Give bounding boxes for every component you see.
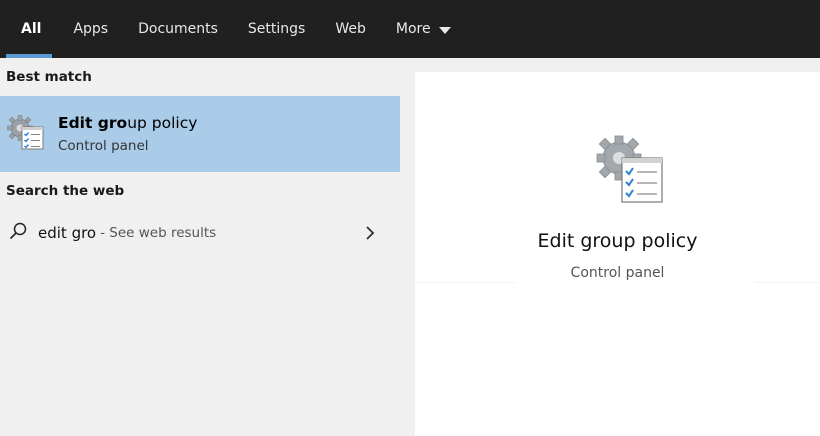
tab-more-label: More <box>395 21 431 37</box>
tab-all-label: All <box>21 21 42 37</box>
search-icon <box>8 221 28 245</box>
best-match-header: Best match <box>6 69 92 85</box>
best-match-subtitle: Control panel <box>58 138 149 154</box>
web-query-text: edit gro <box>38 224 97 242</box>
divider <box>415 282 515 283</box>
web-results-suffix: - See web results <box>100 225 217 241</box>
tab-apps[interactable]: Apps <box>58 0 123 58</box>
results-list: Best match Edit group policy Control pan… <box>0 58 400 436</box>
tab-settings-label: Settings <box>247 21 306 37</box>
best-match-title-highlight: Edit gro <box>58 114 128 132</box>
tab-documents[interactable]: Documents <box>123 0 233 58</box>
chevron-right-icon[interactable] <box>364 224 376 246</box>
web-result[interactable]: edit gro - See web results <box>0 210 400 256</box>
tab-apps-label: Apps <box>73 21 109 37</box>
caret-down-icon <box>438 26 451 34</box>
search-web-header: Search the web <box>6 183 125 199</box>
preview-subtitle: Control panel <box>570 265 665 281</box>
group-policy-icon <box>595 134 665 208</box>
best-match-result[interactable]: Edit group policy Control panel <box>0 96 400 172</box>
tab-all[interactable]: All <box>0 0 58 58</box>
tab-web-label: Web <box>335 21 366 37</box>
tab-documents-label: Documents <box>138 21 218 37</box>
tab-settings[interactable]: Settings <box>233 0 320 58</box>
search-filter-tabs: All Apps Documents Settings Web More <box>0 0 820 58</box>
tab-web[interactable]: Web <box>320 0 381 58</box>
best-match-title: Edit group policy <box>58 114 197 132</box>
preview-title: Edit group policy <box>537 230 698 252</box>
group-policy-icon <box>6 114 46 154</box>
tab-more[interactable]: More <box>381 0 466 58</box>
divider <box>755 282 820 283</box>
preview-pane: Edit group policy Control panel <box>400 58 820 436</box>
preview-card: Edit group policy Control panel <box>415 72 820 436</box>
best-match-title-rest: up policy <box>127 114 198 132</box>
